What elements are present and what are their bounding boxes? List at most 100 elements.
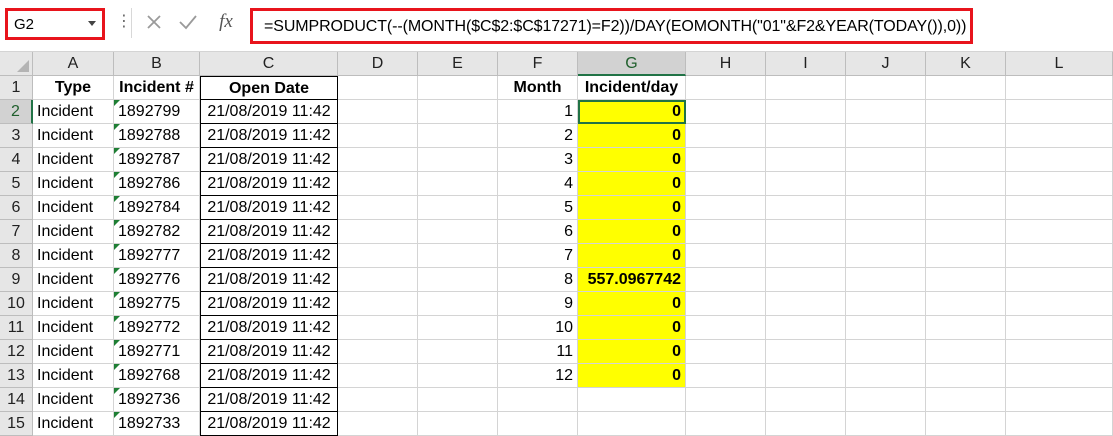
cell-b4[interactable]: 1892787 <box>114 148 200 172</box>
cell-h3[interactable] <box>686 124 766 148</box>
cell-c11[interactable]: 21/08/2019 11:42 <box>200 316 338 340</box>
cell-b11[interactable]: 1892772 <box>114 316 200 340</box>
cell-h2[interactable] <box>686 100 766 124</box>
cell-i14[interactable] <box>766 388 846 412</box>
cell-a10[interactable]: Incident <box>33 292 114 316</box>
cell-b2[interactable]: 1892799 <box>114 100 200 124</box>
column-header-j[interactable]: J <box>846 52 926 76</box>
cell-f6[interactable]: 5 <box>498 196 578 220</box>
cell-f13[interactable]: 12 <box>498 364 578 388</box>
cell-f11[interactable]: 10 <box>498 316 578 340</box>
cell-a11[interactable]: Incident <box>33 316 114 340</box>
cell-f3[interactable]: 2 <box>498 124 578 148</box>
row-header-12[interactable]: 12 <box>0 340 33 364</box>
row-header-14[interactable]: 14 <box>0 388 33 412</box>
cell-f2[interactable]: 1 <box>498 100 578 124</box>
cell-g8[interactable]: 0 <box>578 244 686 268</box>
cell-d1[interactable] <box>338 76 418 100</box>
row-header-9[interactable]: 9 <box>0 268 33 292</box>
cell-g12[interactable]: 0 <box>578 340 686 364</box>
cell-a7[interactable]: Incident <box>33 220 114 244</box>
cell-c5[interactable]: 21/08/2019 11:42 <box>200 172 338 196</box>
cell-j1[interactable] <box>846 76 926 100</box>
cell-b14[interactable]: 1892736 <box>114 388 200 412</box>
cell-e15[interactable] <box>418 412 498 436</box>
column-header-k[interactable]: K <box>926 52 1006 76</box>
row-header-5[interactable]: 5 <box>0 172 33 196</box>
cell-l4[interactable] <box>1006 148 1113 172</box>
cell-j9[interactable] <box>846 268 926 292</box>
cell-a13[interactable]: Incident <box>33 364 114 388</box>
cell-g13[interactable]: 0 <box>578 364 686 388</box>
cell-j13[interactable] <box>846 364 926 388</box>
cell-i11[interactable] <box>766 316 846 340</box>
cell-c15[interactable]: 21/08/2019 11:42 <box>200 412 338 436</box>
cell-d15[interactable] <box>338 412 418 436</box>
cell-f8[interactable]: 7 <box>498 244 578 268</box>
checkmark-icon[interactable] <box>174 8 202 36</box>
cell-i15[interactable] <box>766 412 846 436</box>
column-header-c[interactable]: C <box>200 52 338 76</box>
cell-g4[interactable]: 0 <box>578 148 686 172</box>
cell-l11[interactable] <box>1006 316 1113 340</box>
name-box[interactable]: G2 <box>5 8 105 40</box>
cell-d14[interactable] <box>338 388 418 412</box>
cell-c1[interactable]: Open Date <box>200 76 338 100</box>
cell-k10[interactable] <box>926 292 1006 316</box>
cell-d8[interactable] <box>338 244 418 268</box>
cell-h15[interactable] <box>686 412 766 436</box>
cell-j2[interactable] <box>846 100 926 124</box>
cell-c9[interactable]: 21/08/2019 11:42 <box>200 268 338 292</box>
cell-a2[interactable]: Incident <box>33 100 114 124</box>
cell-e8[interactable] <box>418 244 498 268</box>
cell-e9[interactable] <box>418 268 498 292</box>
cell-b12[interactable]: 1892771 <box>114 340 200 364</box>
cell-l3[interactable] <box>1006 124 1113 148</box>
cell-i10[interactable] <box>766 292 846 316</box>
cell-i5[interactable] <box>766 172 846 196</box>
row-header-7[interactable]: 7 <box>0 220 33 244</box>
cell-f14[interactable] <box>498 388 578 412</box>
cell-l15[interactable] <box>1006 412 1113 436</box>
cell-b10[interactable]: 1892775 <box>114 292 200 316</box>
cell-i8[interactable] <box>766 244 846 268</box>
select-all-corner[interactable] <box>0 52 33 76</box>
cell-a8[interactable]: Incident <box>33 244 114 268</box>
cell-c14[interactable]: 21/08/2019 11:42 <box>200 388 338 412</box>
cell-b15[interactable]: 1892733 <box>114 412 200 436</box>
cell-g11[interactable]: 0 <box>578 316 686 340</box>
cell-g3[interactable]: 0 <box>578 124 686 148</box>
cell-e10[interactable] <box>418 292 498 316</box>
cell-k13[interactable] <box>926 364 1006 388</box>
cell-d4[interactable] <box>338 148 418 172</box>
cell-a4[interactable]: Incident <box>33 148 114 172</box>
row-header-6[interactable]: 6 <box>0 196 33 220</box>
cell-i6[interactable] <box>766 196 846 220</box>
cell-c4[interactable]: 21/08/2019 11:42 <box>200 148 338 172</box>
cell-k1[interactable] <box>926 76 1006 100</box>
cell-d10[interactable] <box>338 292 418 316</box>
cell-f12[interactable]: 11 <box>498 340 578 364</box>
cell-k12[interactable] <box>926 340 1006 364</box>
cell-l12[interactable] <box>1006 340 1113 364</box>
row-header-15[interactable]: 15 <box>0 412 33 436</box>
insert-function-icon[interactable]: fx <box>212 8 240 36</box>
cell-b7[interactable]: 1892782 <box>114 220 200 244</box>
cell-e14[interactable] <box>418 388 498 412</box>
cell-b5[interactable]: 1892786 <box>114 172 200 196</box>
column-header-b[interactable]: B <box>114 52 200 76</box>
row-header-8[interactable]: 8 <box>0 244 33 268</box>
cell-j10[interactable] <box>846 292 926 316</box>
cell-k2[interactable] <box>926 100 1006 124</box>
cell-d12[interactable] <box>338 340 418 364</box>
cell-a6[interactable]: Incident <box>33 196 114 220</box>
cell-e5[interactable] <box>418 172 498 196</box>
cell-e11[interactable] <box>418 316 498 340</box>
cell-d6[interactable] <box>338 196 418 220</box>
cell-l5[interactable] <box>1006 172 1113 196</box>
cell-j15[interactable] <box>846 412 926 436</box>
cell-g1[interactable]: Incident/day <box>578 76 686 100</box>
cell-a5[interactable]: Incident <box>33 172 114 196</box>
cell-a14[interactable]: Incident <box>33 388 114 412</box>
cell-c3[interactable]: 21/08/2019 11:42 <box>200 124 338 148</box>
